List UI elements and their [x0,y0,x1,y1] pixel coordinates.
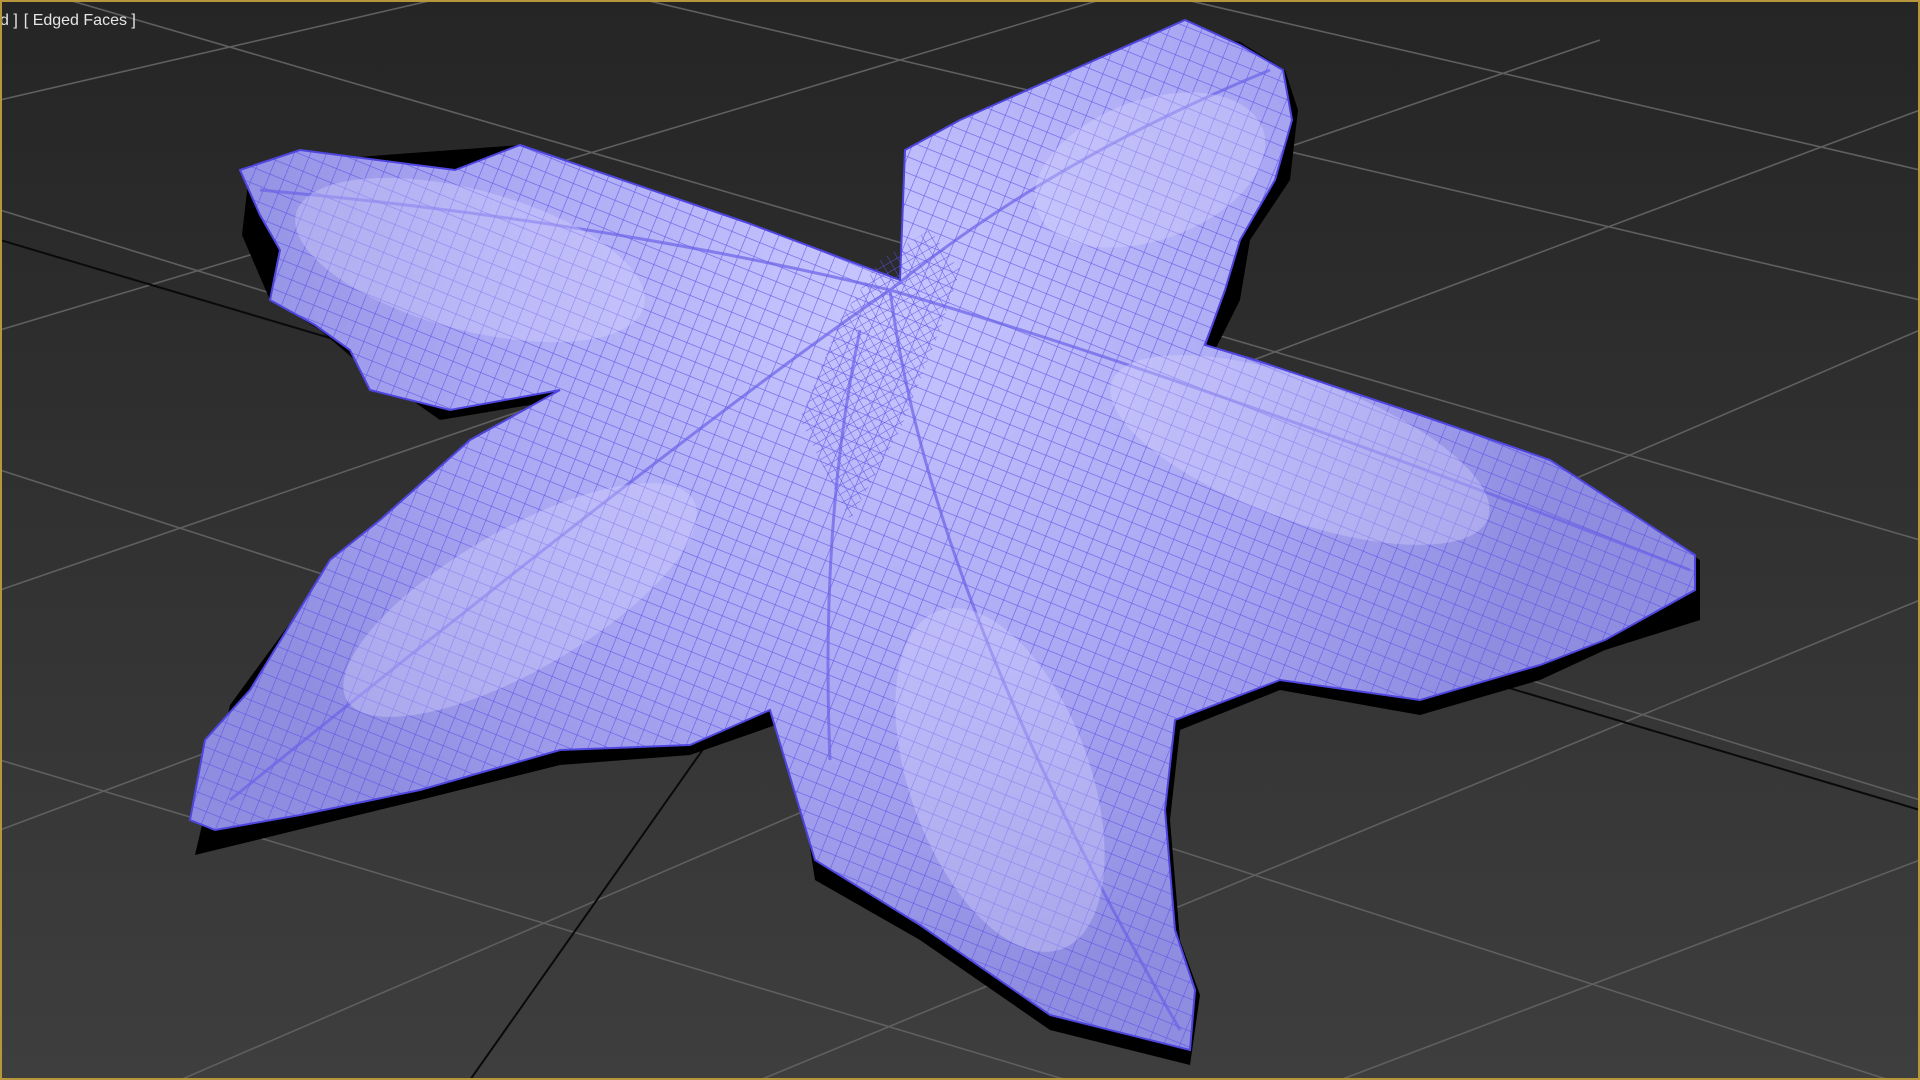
viewport-label: d ] [ Edged Faces ] [0,10,136,32]
perspective-viewport[interactable]: d ] [ Edged Faces ] [0,0,1920,1080]
starfish-mesh[interactable] [188,18,1700,1065]
viewport-scene[interactable] [0,0,1920,1080]
view-menu-label[interactable]: d ] [0,12,18,30]
shading-mode-label[interactable]: [ Edged Faces ] [24,12,136,30]
